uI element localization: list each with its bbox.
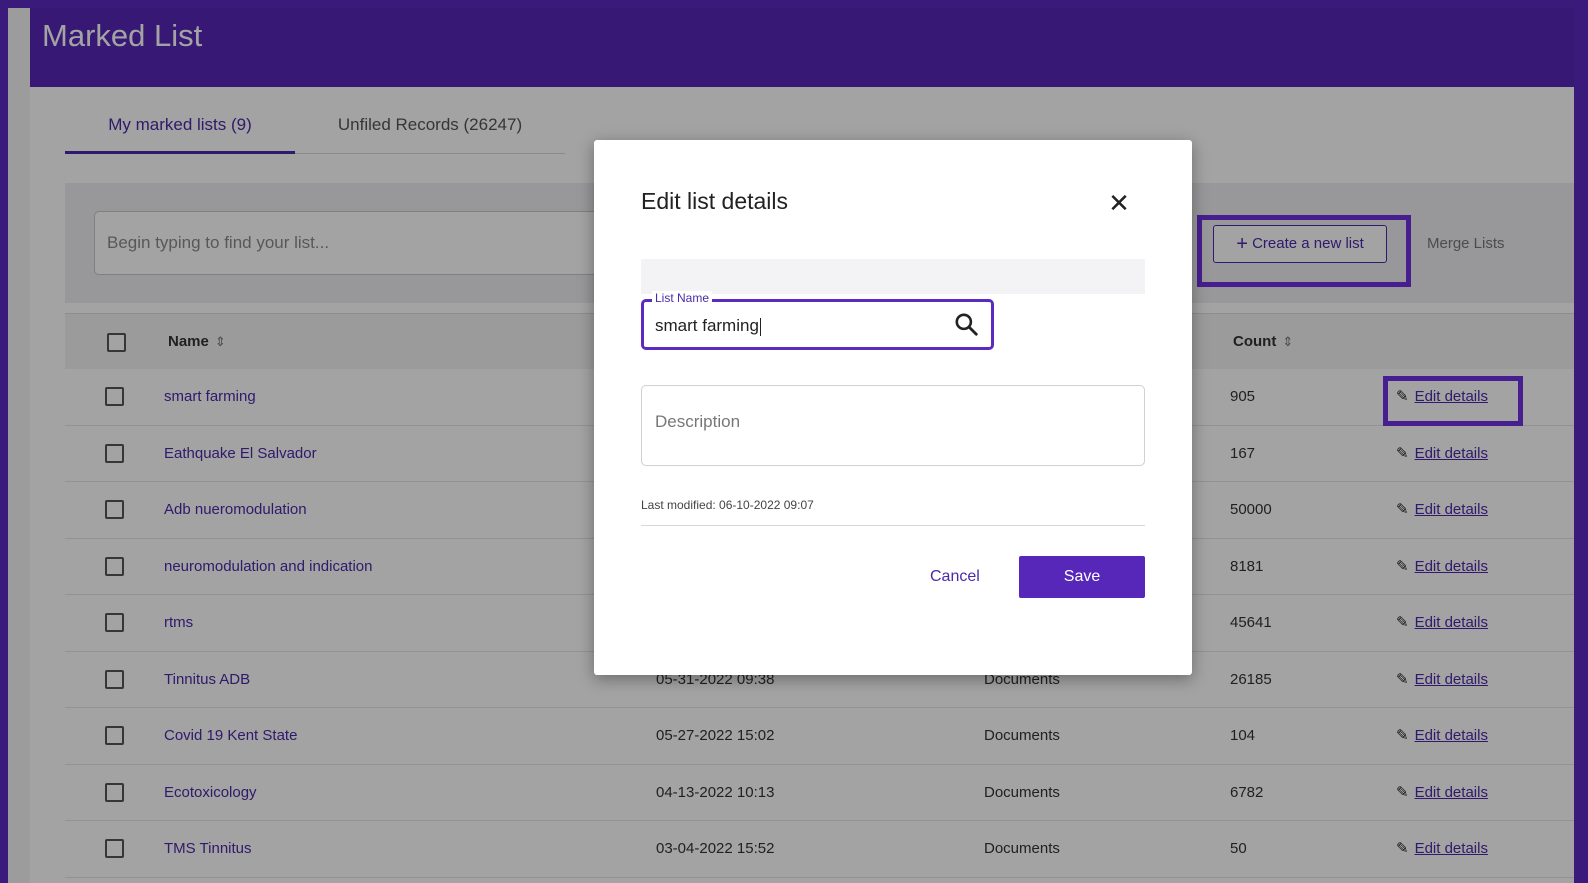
cancel-button[interactable]: Cancel — [930, 556, 980, 598]
list-name-field[interactable]: List Name smart farming — [641, 291, 994, 350]
text-cursor — [759, 317, 761, 336]
close-icon[interactable]: ✕ — [1104, 188, 1134, 218]
list-name-label: List Name — [652, 291, 713, 305]
dialog-divider — [641, 525, 1145, 526]
list-name-input[interactable]: smart farming — [655, 316, 761, 336]
list-name-value: smart farming — [655, 316, 759, 335]
description-field[interactable]: Description — [641, 385, 1145, 466]
dialog-title: Edit list details — [641, 188, 789, 214]
save-button[interactable]: Save — [1019, 556, 1145, 598]
dialog-info-bar — [641, 259, 1145, 294]
search-icon[interactable] — [953, 311, 979, 337]
edit-list-dialog: Edit list details ✕ List Name smart farm… — [594, 140, 1192, 675]
last-modified-text: Last modified: 06-10-2022 09:07 — [641, 498, 814, 512]
